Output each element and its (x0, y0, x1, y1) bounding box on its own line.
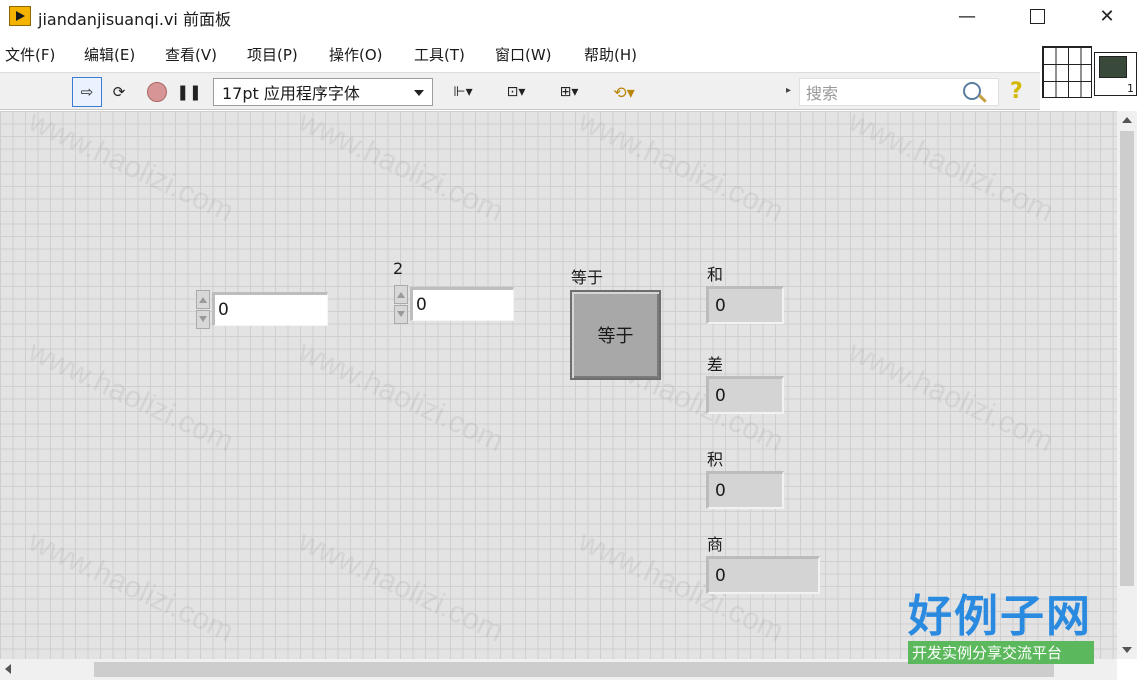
brand-tagline: 开发实例分享交流平台 (908, 641, 1094, 664)
abort-button[interactable] (142, 77, 172, 107)
decrement-arrow-icon[interactable] (196, 310, 210, 329)
stop-icon (147, 82, 167, 102)
quotient-label: 商 (707, 535, 724, 554)
equals-button[interactable]: 等于 (570, 290, 661, 380)
resize-objects-button[interactable]: ⊞▾ (550, 77, 588, 107)
menu-project[interactable]: 项目(P) (247, 42, 298, 67)
quotient-indicator: 0 (706, 556, 820, 594)
scroll-up-icon[interactable] (1122, 117, 1132, 123)
font-select-value: 17pt 应用程序字体 (222, 84, 360, 103)
control-label-2: 2 (393, 259, 404, 278)
reorder-button[interactable]: ⟲▾ (604, 77, 644, 107)
decrement-arrow-icon[interactable] (394, 305, 408, 324)
search-expand-icon[interactable]: ▸ (786, 85, 791, 96)
chevron-down-icon (414, 90, 424, 96)
menu-operate[interactable]: 操作(O) (329, 42, 383, 67)
pause-button[interactable]: ❚❚ (176, 77, 202, 107)
menu-help[interactable]: 帮助(H) (584, 42, 637, 67)
numeric-input-1[interactable]: 0 (212, 292, 328, 326)
sum-indicator: 0 (706, 286, 784, 324)
maximize-icon (1029, 8, 1045, 24)
menu-window[interactable]: 窗口(W) (495, 42, 552, 67)
increment-arrow-icon[interactable] (394, 285, 408, 304)
run-arrow-button[interactable]: ⇨ (72, 77, 102, 107)
sum-label: 和 (707, 265, 724, 284)
menu-view[interactable]: 查看(V) (165, 42, 217, 67)
front-panel (0, 111, 1117, 659)
numeric-control-2: 0 (392, 285, 516, 325)
difference-indicator: 0 (706, 376, 784, 414)
horizontal-scroll-thumb[interactable] (94, 662, 1054, 677)
increment-arrow-icon[interactable] (196, 290, 210, 309)
menu-file[interactable]: 文件(F) (5, 42, 55, 67)
maximize-button[interactable] (1014, 0, 1060, 32)
menu-bar: 文件(F) 编辑(E) 查看(V) 项目(P) 操作(O) 工具(T) 窗口(W… (0, 40, 1040, 68)
product-indicator: 0 (706, 471, 784, 509)
product-label: 积 (707, 450, 724, 469)
menu-tools[interactable]: 工具(T) (414, 42, 465, 67)
scroll-left-icon[interactable] (5, 664, 11, 674)
labview-vi-icon (9, 6, 31, 26)
search-icon[interactable] (963, 82, 981, 100)
equals-button-label: 等于 (571, 268, 604, 287)
numeric-input-2[interactable]: 0 (410, 287, 514, 321)
window-title: jiandanjisuanqi.vi 前面板 (38, 10, 231, 29)
vi-icon[interactable] (1094, 52, 1137, 96)
brand-watermark: 好例子网 开发实例分享交流平台 (908, 593, 1098, 664)
increment-decrement-spinner[interactable] (392, 285, 410, 325)
numeric-control-1: 0 (194, 290, 334, 330)
toolbar: ⇨ ⟳ ❚❚ 17pt 应用程序字体 ⊩▾ ⊡▾ ⊞▾ ⟲▾ ▸ 搜索 ? (0, 72, 1040, 110)
context-help-icon[interactable]: ? (1010, 79, 1023, 104)
brand-logo-text: 好例子网 (908, 591, 1092, 642)
minimize-button[interactable]: — (944, 0, 990, 32)
run-continuously-button[interactable]: ⟳ (104, 77, 134, 107)
menu-edit[interactable]: 编辑(E) (84, 42, 135, 67)
distribute-objects-button[interactable]: ⊡▾ (497, 77, 535, 107)
connector-pane[interactable] (1042, 46, 1092, 98)
difference-label: 差 (707, 355, 724, 374)
title-bar: jiandanjisuanqi.vi 前面板 — ✕ (0, 0, 1137, 32)
align-objects-button[interactable]: ⊩▾ (444, 77, 482, 107)
vertical-scroll-thumb[interactable] (1120, 131, 1134, 586)
vertical-scrollbar[interactable] (1117, 111, 1137, 659)
close-button[interactable]: ✕ (1084, 0, 1130, 32)
increment-decrement-spinner[interactable] (194, 290, 212, 330)
font-select[interactable]: 17pt 应用程序字体 (213, 78, 433, 106)
scroll-down-icon[interactable] (1122, 647, 1132, 653)
